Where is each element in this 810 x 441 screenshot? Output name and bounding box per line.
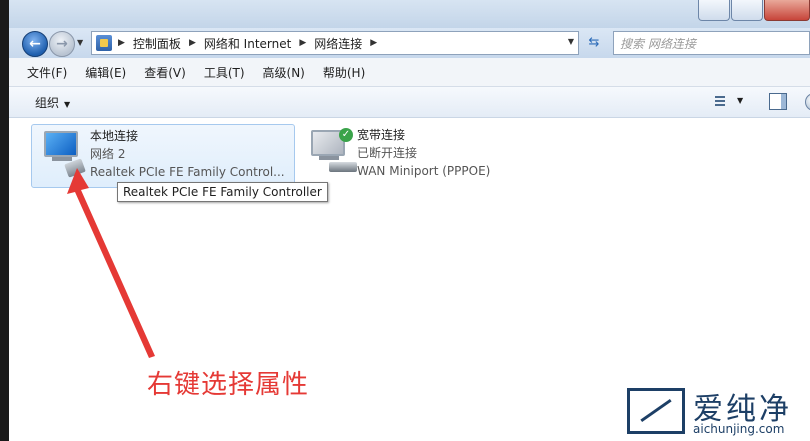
watermark: 爱纯净 aichunjing.com [621,382,810,441]
left-edge [0,0,9,441]
menu-edit[interactable]: 编辑(E) [76,64,135,81]
maximize-button[interactable] [731,0,763,21]
address-history-dropdown[interactable]: ▼ [568,37,574,46]
menu-file[interactable]: 文件(F) [9,64,76,81]
view-options-icon[interactable] [709,94,725,110]
back-arrow-icon: ← [29,36,41,52]
watermark-logo [627,388,685,434]
watermark-url: aichunjing.com [693,422,785,436]
connections-pane: 本地连接 网络 2 Realtek PCIe FE Family Control… [9,118,810,441]
address-field[interactable]: ▶ 控制面板 ▶ 网络和 Internet ▶ 网络连接 ▶ ▼ [91,31,579,55]
annotation-text: 右键选择属性 [147,370,310,400]
menu-bar: 文件(F) 编辑(E) 查看(V) 工具(T) 高级(N) 帮助(H) [9,58,810,87]
menu-advanced[interactable]: 高级(N) [254,64,314,81]
forward-button[interactable]: → [49,31,75,57]
command-bar: 组织 ▼ ▼ [9,87,810,118]
forward-arrow-icon: → [56,36,68,52]
control-panel-icon [96,35,112,51]
help-icon[interactable] [805,93,810,111]
breadcrumb-network-connections[interactable]: 网络连接 [314,35,362,52]
breadcrumb-network-internet[interactable]: 网络和 Internet [204,35,291,52]
recent-pages-dropdown[interactable]: ▼ [77,38,83,47]
minimize-button[interactable] [698,0,730,21]
breadcrumb-separator[interactable]: ▶ [118,38,125,48]
preview-pane-icon[interactable] [769,93,787,110]
organize-button[interactable]: 组织 ▼ [35,94,70,111]
address-bar: ← → ▼ ▶ 控制面板 ▶ 网络和 Internet ▶ 网络连接 ▶ ▼ ⇆… [9,28,810,58]
window-controls [698,0,810,21]
breadcrumb-separator[interactable]: ▶ [189,38,196,48]
menu-tools[interactable]: 工具(T) [195,64,254,81]
search-input[interactable]: 搜索 网络连接 [613,31,810,55]
search-placeholder: 搜索 网络连接 [620,37,696,51]
organize-label: 组织 [35,96,60,110]
close-button[interactable] [764,0,810,21]
chevron-down-icon: ▼ [64,100,71,109]
title-bar [9,0,810,28]
menu-help[interactable]: 帮助(H) [314,64,374,81]
view-options-dropdown[interactable]: ▼ [737,96,743,105]
breadcrumb-separator[interactable]: ▶ [370,38,377,48]
breadcrumb-separator[interactable]: ▶ [299,38,306,48]
menu-view[interactable]: 查看(V) [135,64,195,81]
back-button[interactable]: ← [22,31,48,57]
breadcrumb-control-panel[interactable]: 控制面板 [133,35,181,52]
refresh-icon[interactable]: ⇆ [585,34,603,52]
